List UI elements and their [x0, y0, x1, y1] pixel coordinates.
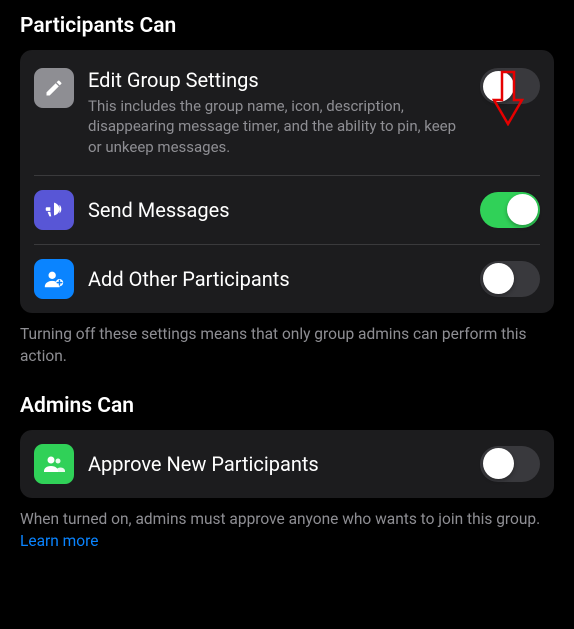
participants-card: Edit Group Settings This includes the gr…	[20, 50, 554, 313]
megaphone-icon	[34, 190, 74, 230]
person-add-icon	[34, 259, 74, 299]
send-messages-toggle[interactable]	[480, 192, 540, 228]
approve-participants-toggle[interactable]	[480, 446, 540, 482]
admins-footer: When turned on, admins must approve anyo…	[20, 508, 554, 553]
admins-card: Approve New Participants	[20, 430, 554, 498]
add-participants-label: Add Other Participants	[88, 267, 466, 291]
add-participants-content: Add Other Participants	[88, 267, 466, 291]
approve-participants-label: Approve New Participants	[88, 452, 466, 476]
edit-group-content: Edit Group Settings This includes the gr…	[88, 68, 466, 157]
admins-section-title: Admins Can	[20, 394, 554, 418]
add-participants-row: Add Other Participants	[34, 245, 540, 313]
learn-more-link[interactable]: Learn more	[20, 532, 98, 550]
admins-footer-text: When turned on, admins must approve anyo…	[20, 510, 540, 528]
add-participants-toggle[interactable]	[480, 261, 540, 297]
edit-group-settings-row: Edit Group Settings This includes the gr…	[34, 50, 540, 176]
send-messages-label: Send Messages	[88, 198, 466, 222]
edit-group-description: This includes the group name, icon, desc…	[88, 96, 466, 157]
pencil-icon	[34, 68, 74, 108]
edit-group-label: Edit Group Settings	[88, 68, 466, 92]
participants-footer: Turning off these settings means that on…	[20, 323, 554, 368]
edit-group-toggle[interactable]	[480, 68, 540, 104]
people-approve-icon	[34, 444, 74, 484]
approve-participants-content: Approve New Participants	[88, 452, 466, 476]
participants-section-title: Participants Can	[20, 14, 554, 38]
send-messages-content: Send Messages	[88, 198, 466, 222]
approve-participants-row: Approve New Participants	[34, 430, 540, 498]
send-messages-row: Send Messages	[34, 176, 540, 245]
